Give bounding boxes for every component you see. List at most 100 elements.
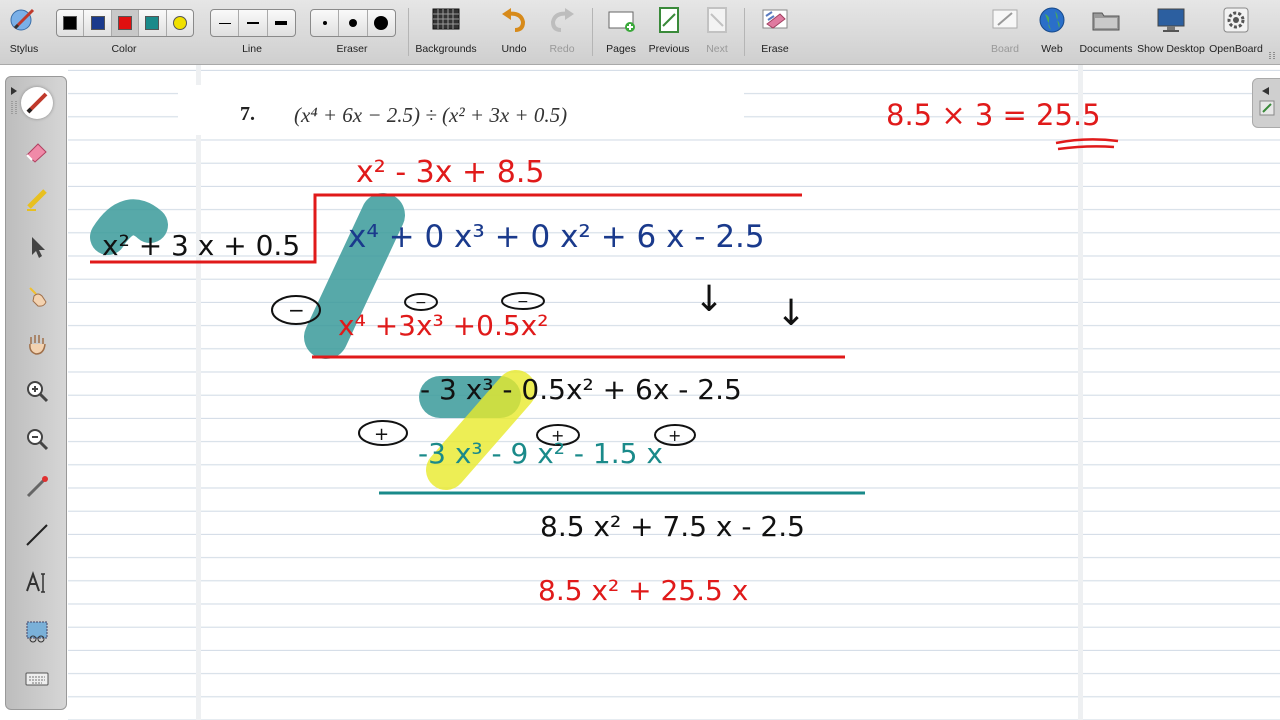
line-medium-mark <box>246 22 259 24</box>
undo-arrow-icon <box>502 8 526 32</box>
screen-capture-icon <box>26 621 48 643</box>
right-panel-icon <box>1259 87 1275 116</box>
documents-button[interactable]: Documents <box>1078 0 1134 64</box>
grid-background-icon <box>432 8 460 30</box>
backgrounds-button[interactable]: Backgrounds <box>414 0 478 64</box>
palette-collapse-handle[interactable] <box>9 81 19 119</box>
zoom-in-tool[interactable] <box>21 375 53 407</box>
sub2-op-b: + <box>668 426 681 445</box>
swatch-blue-fill <box>90 16 105 30</box>
color-swatch-yellow[interactable] <box>167 10 193 36</box>
next-page-button[interactable]: Next <box>696 0 738 64</box>
toolbar-separator <box>744 8 745 56</box>
virtual-keyboard-tool[interactable] <box>21 663 53 695</box>
divisor-expression: x² + 3 x + 0.5 <box>102 229 300 262</box>
erase-label: Erase <box>761 43 789 55</box>
eraser-medium-dot <box>348 19 357 27</box>
web-label: Web <box>1041 43 1063 55</box>
stylus-icon <box>10 8 35 31</box>
eraser-group: Eraser <box>308 0 396 64</box>
swatch-red-fill <box>118 16 133 30</box>
erase-button[interactable]: Erase <box>752 0 798 64</box>
line-thin[interactable] <box>211 10 240 36</box>
pages-button[interactable]: Pages <box>598 0 644 64</box>
eraser-label: Eraser <box>336 43 368 55</box>
eraser-icon <box>26 143 47 163</box>
web-button[interactable]: Web <box>1030 0 1074 64</box>
grip-dots <box>1269 52 1275 60</box>
pen-tool[interactable] <box>21 87 53 119</box>
selector-tool[interactable] <box>21 231 53 263</box>
keyboard-icon <box>25 672 49 686</box>
board-icon <box>992 9 1018 29</box>
whiteboard-canvas[interactable]: 7. (x⁴ + 6x − 2.5) ÷ (x² + 3x + 0.5) 8.5… <box>68 65 1280 720</box>
sub1-circled-sign: − <box>288 298 305 322</box>
text-icon <box>26 570 45 593</box>
interact-tool[interactable] <box>21 279 53 311</box>
sub1-op-b: − <box>517 294 529 310</box>
line-icon <box>26 524 48 546</box>
arrow-down-constant: ↓ <box>776 293 806 334</box>
laser-pointer-tool[interactable] <box>21 471 53 503</box>
tool-palette <box>5 76 67 710</box>
board-mode-button[interactable]: Board <box>984 0 1026 64</box>
redo-button[interactable]: Redo <box>540 0 584 64</box>
color-swatch-black[interactable] <box>57 10 85 36</box>
color-swatch-red[interactable] <box>111 10 140 36</box>
toolbar-grip-icon[interactable] <box>1268 46 1276 60</box>
zoom-out-icon <box>27 429 49 451</box>
eraser-size-picker[interactable] <box>310 9 396 37</box>
line-group: Line <box>208 0 296 64</box>
eraser-small-dot <box>322 21 327 25</box>
text-tool[interactable] <box>21 567 53 599</box>
highlighter-tool[interactable] <box>21 183 53 215</box>
hand-tool[interactable] <box>21 327 53 359</box>
stylus-button[interactable]: Stylus <box>2 0 46 64</box>
show-desktop-button[interactable]: Show Desktop <box>1136 0 1206 64</box>
color-swatch-blue[interactable] <box>84 10 112 36</box>
color-swatch-teal[interactable] <box>139 10 167 36</box>
undo-label: Undo <box>501 43 527 55</box>
swatch-black-fill <box>63 16 78 30</box>
eraser-tool[interactable] <box>21 135 53 167</box>
eraser-medium[interactable] <box>339 10 368 36</box>
undo-button[interactable]: Undo <box>492 0 536 64</box>
arrow-cursor-icon <box>32 237 45 258</box>
line-width-picker[interactable] <box>210 9 296 37</box>
highlighter-icon <box>27 189 47 211</box>
handwriting-layer: 8.5 × 3 = 25.5 x² - 3x + 8.5 x² + 3 x + … <box>90 98 1119 607</box>
side-note-product: 8.5 × 3 = 25.5 <box>886 98 1101 132</box>
monitor-icon <box>1157 8 1185 32</box>
subtraction-row-2: -3 x³ - 9 x² - 1.5 x <box>418 437 663 470</box>
line-label: Line <box>242 43 262 55</box>
sub2-circled-sign: + <box>374 424 389 445</box>
right-panel-handle[interactable] <box>1252 78 1280 128</box>
next-page-icon <box>707 7 727 33</box>
eraser-small[interactable] <box>311 10 340 36</box>
subtraction-row-3: 8.5 x² + 25.5 x <box>538 574 748 607</box>
board-label: Board <box>990 43 1020 55</box>
toolbar-separator <box>592 8 593 56</box>
eraser-large[interactable] <box>368 10 395 36</box>
previous-page-icon <box>659 7 679 33</box>
color-group: Color <box>54 0 194 64</box>
line-thick[interactable] <box>268 10 295 36</box>
erase-board-icon <box>762 9 788 29</box>
collapse-arrow-icon <box>11 87 17 115</box>
remainder-row-2: 8.5 x² + 7.5 x - 2.5 <box>540 510 805 543</box>
dividend-expression: x⁴ + 0 x³ + 0 x² + 6 x - 2.5 <box>348 219 765 255</box>
zoom-out-tool[interactable] <box>21 423 53 455</box>
backgrounds-label: Backgrounds <box>415 43 477 55</box>
previous-page-button[interactable]: Previous <box>644 0 694 64</box>
gear-icon <box>1223 7 1249 33</box>
add-page-icon <box>608 11 635 32</box>
line-tool[interactable] <box>21 519 53 551</box>
laser-pointer-icon <box>26 476 48 498</box>
redo-arrow-icon <box>550 8 574 32</box>
stylus-label: Stylus <box>9 43 39 55</box>
openboard-menu-button[interactable]: OpenBoard <box>1208 0 1264 64</box>
hand-icon <box>29 335 46 355</box>
color-picker[interactable] <box>56 9 194 37</box>
capture-tool[interactable] <box>21 615 53 647</box>
line-medium[interactable] <box>239 10 268 36</box>
